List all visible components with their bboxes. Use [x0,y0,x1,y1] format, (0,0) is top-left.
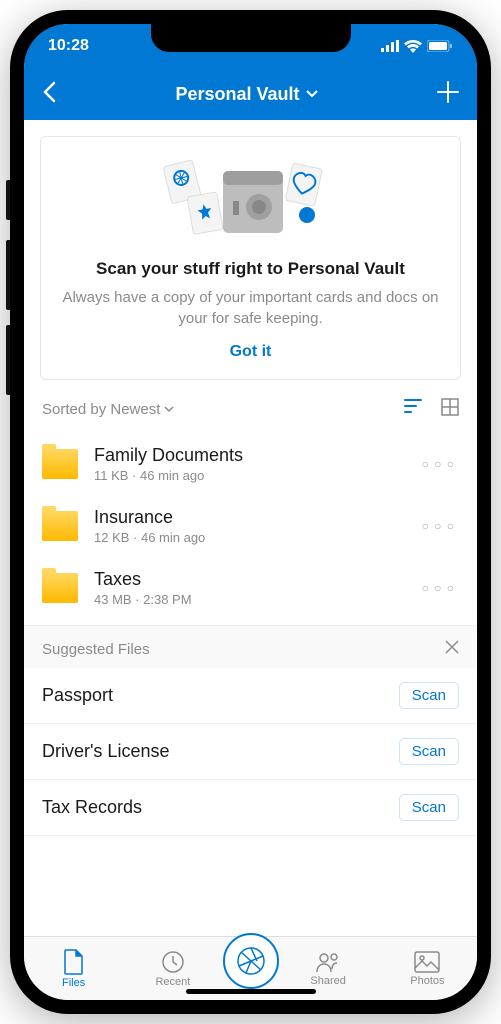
suggested-name: Passport [42,685,113,706]
file-row[interactable]: Taxes 43 MB · 2:38 PM ○ ○ ○ [40,559,461,621]
suggested-name: Tax Records [42,797,142,818]
file-meta: 43 MB · 2:38 PM [94,592,402,607]
camera-scan-button[interactable] [223,933,279,989]
folder-icon [42,511,78,541]
file-meta: 12 KB · 46 min ago [94,530,402,545]
sort-label-text: Sorted by Newest [42,401,160,418]
home-indicator[interactable] [186,989,316,994]
file-row[interactable]: Family Documents 11 KB · 46 min ago ○ ○ … [40,435,461,497]
chevron-down-icon [306,90,318,98]
promo-title: Scan your stuff right to Personal Vault [55,259,446,279]
back-button[interactable] [42,78,56,110]
nav-title-text: Personal Vault [175,84,299,105]
file-meta: 11 KB · 46 min ago [94,468,402,483]
tab-label: Photos [410,975,444,987]
tab-label: Recent [155,976,190,988]
suggested-close-button[interactable] [445,640,459,658]
add-button[interactable] [437,77,459,111]
file-icon [63,949,85,975]
close-icon [445,640,459,654]
suggested-name: Driver's License [42,741,169,762]
file-more-button[interactable]: ○ ○ ○ [418,581,459,595]
promo-body: Always have a copy of your important car… [55,287,446,329]
status-indicators [381,40,453,53]
sort-lines-button[interactable] [403,398,423,421]
tab-recent[interactable]: Recent [123,950,222,988]
promo-card: Scan your stuff right to Personal Vault … [40,136,461,380]
nav-title-dropdown[interactable]: Personal Vault [175,84,317,105]
battery-icon [427,40,453,52]
people-icon [315,951,341,973]
suggested-header: Suggested Files [42,641,150,658]
folder-icon [42,573,78,603]
scan-button[interactable]: Scan [399,682,459,709]
tab-files[interactable]: Files [24,949,123,989]
status-time: 10:28 [48,37,89,55]
file-more-button[interactable]: ○ ○ ○ [418,457,459,471]
suggested-row: Passport Scan [24,668,477,724]
grid-view-button[interactable] [441,398,459,421]
content-area: Scan your stuff right to Personal Vault … [24,120,477,936]
wifi-icon [404,40,422,53]
grid-icon [441,398,459,416]
tab-photos[interactable]: Photos [378,951,477,987]
suggested-row: Tax Records Scan [24,780,477,836]
image-icon [414,951,440,973]
sort-dropdown[interactable]: Sorted by Newest [42,401,174,418]
plus-icon [437,81,459,103]
scan-button[interactable]: Scan [399,738,459,765]
sort-lines-icon [403,398,423,414]
file-name: Family Documents [94,445,402,466]
folder-icon [42,449,78,479]
chevron-down-icon [164,406,174,413]
tab-shared[interactable]: Shared [279,951,378,987]
scan-button[interactable]: Scan [399,794,459,821]
suggested-row: Driver's License Scan [24,724,477,780]
chevron-left-icon [42,81,56,103]
promo-illustration [55,157,446,245]
clock-icon [161,950,185,974]
nav-bar: Personal Vault [24,68,477,120]
signal-icon [381,40,399,52]
file-row[interactable]: Insurance 12 KB · 46 min ago ○ ○ ○ [40,497,461,559]
tab-label: Files [62,977,85,989]
file-name: Insurance [94,507,402,528]
file-name: Taxes [94,569,402,590]
file-more-button[interactable]: ○ ○ ○ [418,519,459,533]
tab-label: Shared [310,975,345,987]
promo-dismiss-button[interactable]: Got it [55,343,446,361]
aperture-icon [236,946,266,976]
